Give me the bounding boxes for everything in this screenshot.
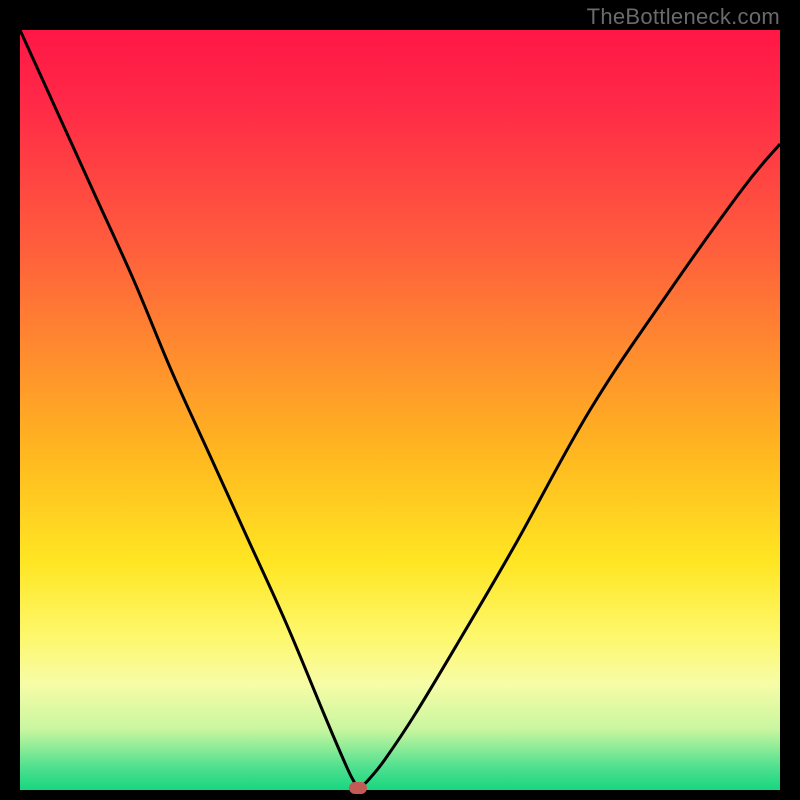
- curve-path: [20, 30, 780, 790]
- plot-area: [20, 30, 780, 790]
- watermark-text: TheBottleneck.com: [587, 4, 780, 30]
- chart-frame: TheBottleneck.com: [0, 0, 800, 800]
- minimum-marker: [349, 782, 367, 794]
- bottleneck-curve: [20, 30, 780, 790]
